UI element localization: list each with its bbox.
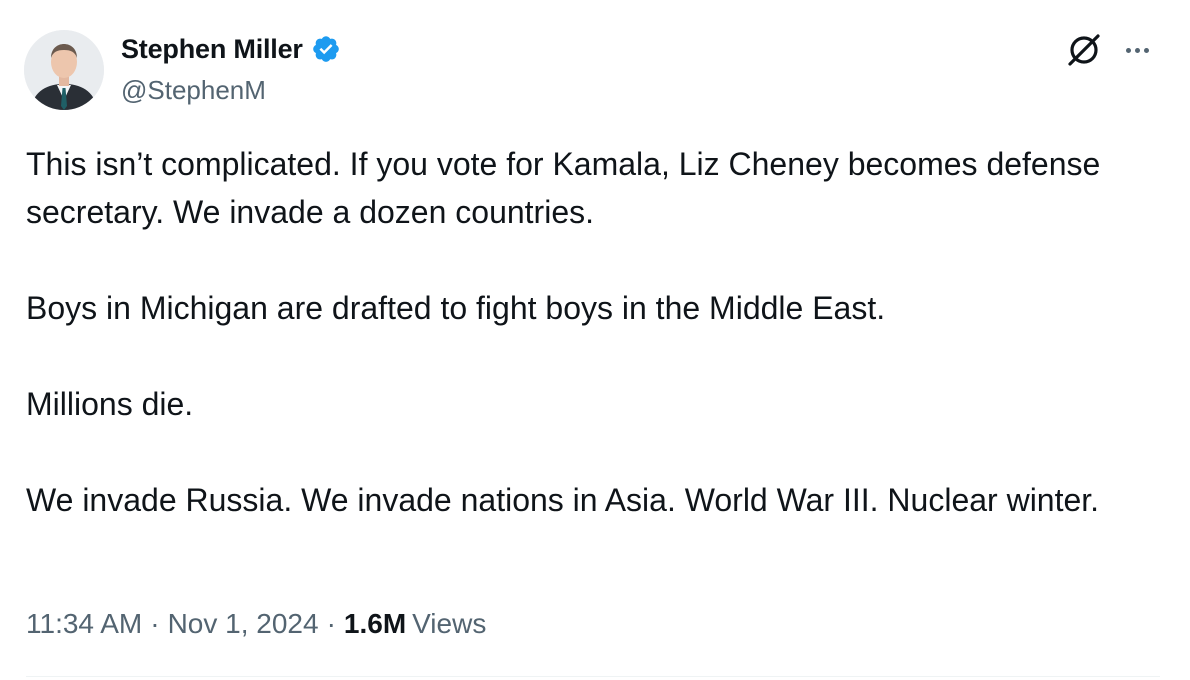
tweet-date[interactable]: Nov 1, 2024 (168, 604, 319, 644)
author-handle[interactable]: @StephenM (121, 73, 266, 107)
views-count[interactable]: 1.6M (344, 604, 406, 644)
tweet-paragraph: This isn’t complicated. If you vote for … (26, 146, 1101, 230)
tweet-text: This isn’t complicated. If you vote for … (26, 140, 1136, 524)
author-name-row[interactable]: Stephen Miller (121, 31, 341, 67)
tweet-meta: 11:34 AM · Nov 1, 2024 · 1.6M Views (26, 604, 486, 644)
verified-badge-icon[interactable] (311, 34, 341, 64)
tweet-time[interactable]: 11:34 AM (26, 604, 142, 644)
more-dot (1134, 47, 1140, 53)
avatar[interactable] (24, 30, 104, 110)
tweet-paragraph: Boys in Michigan are drafted to fight bo… (26, 290, 886, 326)
tweet: Stephen Miller @StephenM This isn’t comp… (0, 0, 1190, 680)
tweet-paragraph: Millions die. (26, 386, 194, 422)
grok-icon[interactable] (1062, 28, 1106, 72)
meta-separator: · (150, 608, 160, 639)
divider (26, 676, 1160, 677)
more-options-icon[interactable] (1117, 35, 1157, 65)
meta-separator: · (326, 608, 336, 639)
tweet-paragraph: We invade Russia. We invade nations in A… (26, 482, 1100, 518)
more-dot (1143, 47, 1149, 53)
profile-photo-icon (24, 30, 104, 110)
author-display-name[interactable]: Stephen Miller (121, 31, 303, 67)
more-dot (1125, 47, 1131, 53)
views-label[interactable]: Views (412, 604, 486, 644)
